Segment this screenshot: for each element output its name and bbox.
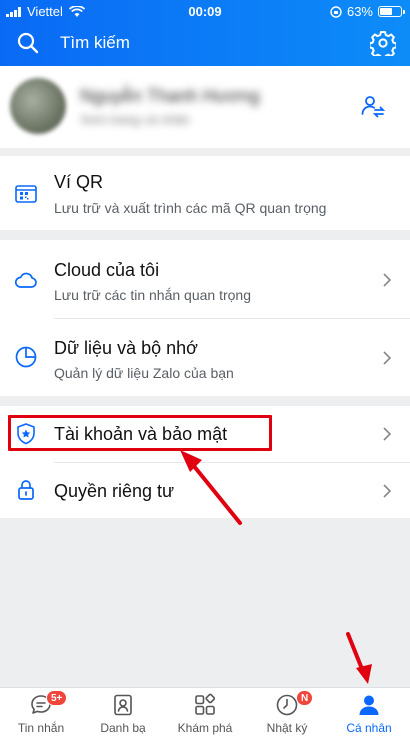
profile-subtitle: Xem trang cá nhân bbox=[80, 112, 190, 127]
orientation-lock-icon bbox=[330, 5, 342, 18]
tab-profile[interactable]: Cá nhân bbox=[328, 688, 410, 736]
unread-badge: 5+ bbox=[46, 690, 68, 706]
new-badge: N bbox=[296, 690, 314, 706]
tab-contacts[interactable]: Danh bạ bbox=[82, 688, 164, 736]
switch-account-icon[interactable] bbox=[360, 93, 386, 119]
tab-label: Danh bạ bbox=[100, 721, 146, 735]
chevron-right-icon bbox=[383, 351, 392, 365]
qr-wallet-icon bbox=[15, 185, 37, 203]
menu-item-subtitle: Quản lý dữ liệu Zalo của bạn bbox=[54, 365, 234, 381]
search-icon[interactable] bbox=[16, 31, 40, 55]
battery-icon bbox=[378, 6, 405, 17]
menu-item-title: Dữ liệu và bộ nhớ bbox=[54, 338, 198, 358]
shield-icon bbox=[17, 423, 35, 445]
menu-item-my-cloud[interactable]: Cloud của tôi Lưu trữ các tin nhắn quan … bbox=[0, 240, 410, 318]
tab-label: Nhật ký bbox=[266, 721, 308, 735]
menu-item-qr-wallet[interactable]: Ví QR Lưu trữ và xuất trình các mã QR qu… bbox=[0, 156, 410, 230]
menu-item-subtitle: Lưu trữ các tin nhắn quan trọng bbox=[54, 287, 251, 303]
chevron-right-icon bbox=[383, 484, 392, 498]
bottom-tab-bar: 5+ Tin nhắn Danh bạ Khám phá N Nhật ký C… bbox=[0, 687, 410, 736]
qr-section: Ví QR Lưu trữ và xuất trình các mã QR qu… bbox=[0, 156, 410, 230]
chevron-right-icon bbox=[383, 273, 392, 287]
menu-item-title: Ví QR bbox=[54, 172, 104, 192]
tab-discover[interactable]: Khám phá bbox=[164, 688, 246, 736]
pie-chart-icon bbox=[15, 346, 37, 368]
contacts-icon bbox=[114, 694, 132, 716]
avatar[interactable] bbox=[10, 78, 66, 134]
search-bar[interactable]: Tìm kiếm bbox=[0, 22, 410, 66]
search-input[interactable]: Tìm kiếm bbox=[60, 33, 130, 53]
tab-label: Khám phá bbox=[177, 721, 233, 735]
menu-item-title: Cloud của tôi bbox=[54, 260, 160, 280]
cloud-icon bbox=[15, 272, 37, 288]
chevron-right-icon bbox=[383, 427, 392, 441]
menu-item-privacy[interactable]: Quyền riêng tư bbox=[0, 463, 410, 518]
tab-timeline[interactable]: N Nhật ký bbox=[246, 688, 328, 736]
account-section: Tài khoản và bảo mật Quyền riêng tư bbox=[0, 406, 410, 518]
status-bar: Viettel 00:09 63% bbox=[0, 0, 410, 22]
data-section: Cloud của tôi Lưu trữ các tin nhắn quan … bbox=[0, 240, 410, 396]
battery-percent: 63% bbox=[346, 4, 373, 19]
menu-item-title: Tài khoản và bảo mật bbox=[54, 424, 228, 444]
tab-label: Tin nhắn bbox=[17, 721, 65, 735]
gear-icon[interactable] bbox=[370, 30, 396, 56]
menu-item-account-security[interactable]: Tài khoản và bảo mật bbox=[0, 406, 410, 462]
menu-item-subtitle: Lưu trữ và xuất trình các mã QR quan trọ… bbox=[54, 200, 327, 216]
person-icon bbox=[359, 695, 379, 715]
profile-name: Nguyễn Thanh Hương bbox=[80, 86, 260, 106]
tab-label: Cá nhân bbox=[346, 721, 392, 735]
lock-icon bbox=[18, 480, 34, 500]
app-header: Viettel 00:09 63% Tìm kiếm bbox=[0, 0, 410, 66]
menu-item-title: Quyền riêng tư bbox=[54, 481, 175, 501]
discover-grid-icon bbox=[195, 693, 216, 715]
profile-card[interactable]: Nguyễn Thanh Hương Xem trang cá nhân bbox=[0, 66, 410, 148]
menu-item-data-storage[interactable]: Dữ liệu và bộ nhớ Quản lý dữ liệu Zalo c… bbox=[0, 319, 410, 396]
tab-messages[interactable]: 5+ Tin nhắn bbox=[0, 688, 82, 736]
